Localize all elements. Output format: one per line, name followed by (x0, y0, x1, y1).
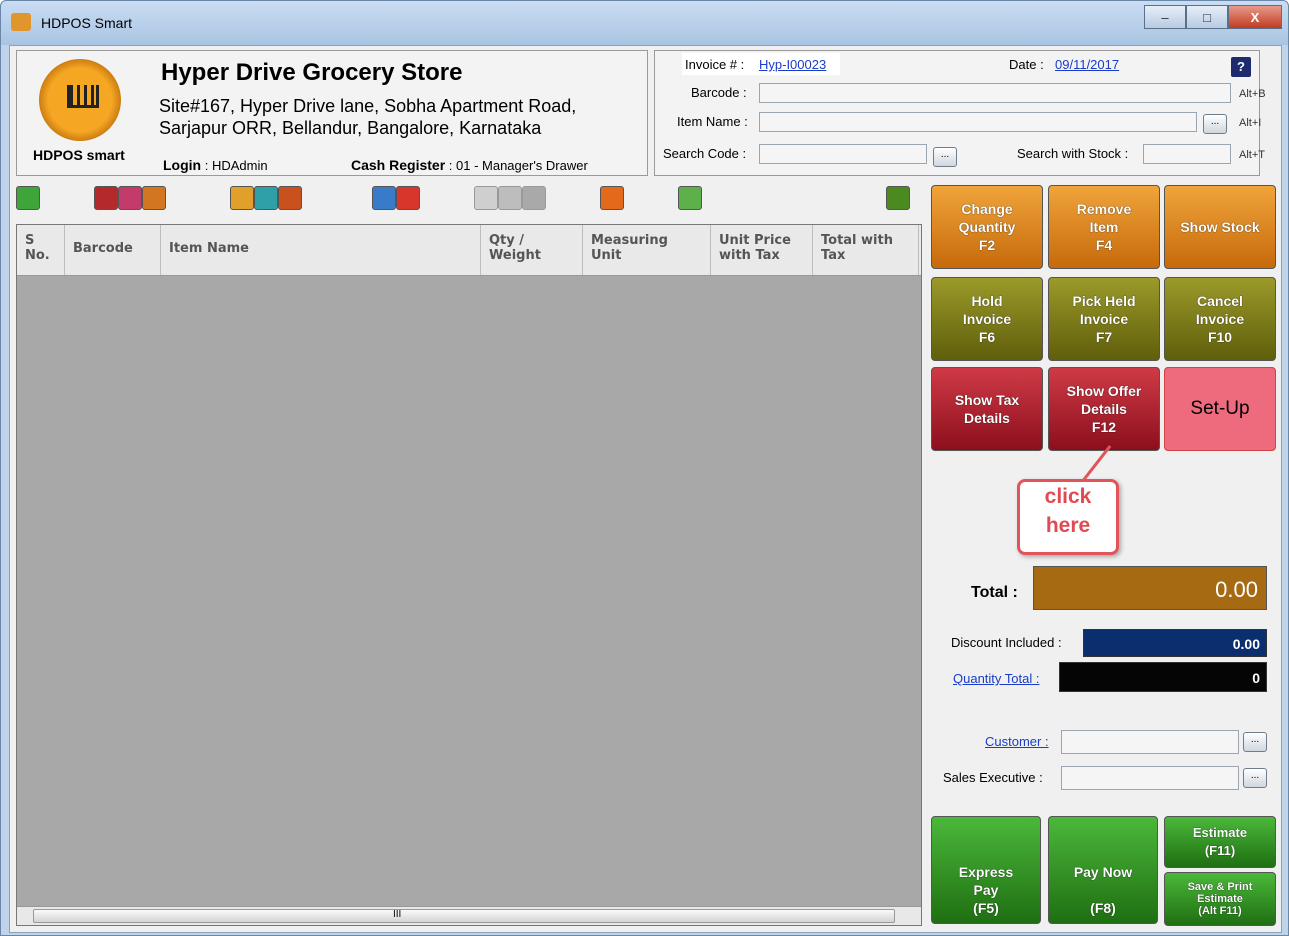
report-icon[interactable] (142, 186, 166, 210)
refresh-icon[interactable] (16, 186, 40, 210)
search-stock-label: Search with Stock : (1017, 146, 1129, 161)
column-total-with-tax: Total with Tax (813, 225, 919, 275)
help-icon[interactable]: ? (1231, 57, 1251, 77)
login-info: Login : HDAdmin (163, 157, 268, 173)
register-label: Cash Register (351, 157, 446, 173)
gear-icon[interactable] (886, 186, 910, 210)
address-line-1: Site#167, Hyper Drive lane, Sobha Apartm… (159, 96, 577, 116)
title-bar: HDPOS Smart – □ X (1, 1, 1288, 45)
quantity-total-link[interactable]: Quantity Total : (953, 671, 1039, 686)
delete-icon[interactable] (522, 186, 546, 210)
cancel-invoice-button[interactable]: Cancel Invoice F10 (1164, 277, 1276, 361)
invoice-panel: Invoice # : Hyp-I00023 Date : 09/11/2017… (654, 50, 1266, 176)
click-here-callout: click here (1017, 479, 1119, 555)
list-icon[interactable] (474, 186, 498, 210)
invoice-list-icon[interactable] (118, 186, 142, 210)
customer-browse-button[interactable]: ... (1243, 732, 1267, 752)
item-name-shortcut: Alt+I (1239, 117, 1262, 129)
column-unit-price: Unit Price with Tax (711, 225, 813, 275)
login-label: Login (163, 157, 202, 173)
customer-link[interactable]: Customer : (985, 734, 1049, 749)
item-name-input[interactable] (759, 112, 1197, 132)
invoice-number-link[interactable]: Hyp-I00023 (759, 57, 826, 72)
horizontal-scrollbar[interactable]: III (17, 906, 921, 925)
date-link[interactable]: 09/11/2017 (1055, 57, 1119, 72)
new-invoice-icon[interactable] (94, 186, 118, 210)
sales-executive-input[interactable] (1061, 766, 1239, 790)
basket-icon[interactable] (278, 186, 302, 210)
quantity-total-value: 0 (1059, 662, 1267, 692)
sales-executive-label: Sales Executive : (943, 770, 1043, 785)
item-name-browse-button[interactable]: ... (1203, 114, 1227, 134)
discount-label: Discount Included : (951, 635, 1062, 650)
pay-now-button[interactable]: Pay Now (F8) (1048, 816, 1158, 924)
link-icon[interactable] (498, 186, 522, 210)
app-window: HDPOS Smart – □ X HDPOS smart Hyper Driv… (0, 0, 1289, 936)
scroll-grip: III (393, 909, 402, 920)
pick-held-invoice-button[interactable]: Pick Held Invoice F7 (1048, 277, 1160, 361)
invoice-label: Invoice # : (685, 57, 745, 72)
express-pay-button[interactable]: Express Pay (F5) (931, 816, 1041, 924)
date-label: Date : (1009, 57, 1044, 72)
search-code-input[interactable] (759, 144, 927, 164)
grid-header: S No. Barcode Item Name Qty / Weight Mea… (17, 225, 921, 276)
cart-icon (67, 85, 99, 108)
change-quantity-button[interactable]: Change Quantity F2 (931, 185, 1043, 269)
return-icon[interactable] (396, 186, 420, 210)
item-name-label: Item Name : (677, 114, 748, 129)
maximize-button[interactable]: □ (1186, 5, 1228, 29)
estimate-button[interactable]: Estimate (F11) (1164, 816, 1276, 868)
sales-executive-browse-button[interactable]: ... (1243, 768, 1267, 788)
products-icon[interactable] (372, 186, 396, 210)
column-qty-weight: Qty / Weight (481, 225, 583, 275)
register-info: Cash Register : 01 - Manager's Drawer (351, 157, 588, 173)
search-stock-shortcut: Alt+T (1239, 149, 1265, 161)
edit-icon[interactable] (230, 186, 254, 210)
total-label: Total : (971, 584, 1018, 601)
window-title: HDPOS Smart (41, 15, 133, 31)
show-tax-details-button[interactable]: Show Tax Details (931, 367, 1043, 451)
setup-button[interactable]: Set-Up (1164, 367, 1276, 451)
scroll-thumb[interactable] (33, 909, 895, 923)
hdpos-logo (39, 59, 121, 141)
minimize-button[interactable]: – (1144, 5, 1186, 29)
register-value: : 01 - Manager's Drawer (448, 158, 588, 173)
items-grid[interactable]: S No. Barcode Item Name Qty / Weight Mea… (16, 224, 922, 926)
barcode-shortcut: Alt+B (1239, 88, 1266, 100)
color-grid-icon[interactable] (600, 186, 624, 210)
search-code-label: Search Code : (663, 146, 747, 161)
store-info-panel: HDPOS smart Hyper Drive Grocery Store Si… (16, 50, 648, 176)
search-code-browse-button[interactable]: ... (933, 147, 957, 167)
show-stock-button[interactable]: Show Stock (1164, 185, 1276, 269)
column-s-no: S No. (17, 225, 65, 275)
callout-text: click here (1044, 485, 1092, 537)
save-print-estimate-button[interactable]: Save & Print Estimate (Alt F11) (1164, 872, 1276, 926)
hold-invoice-button[interactable]: Hold Invoice F6 (931, 277, 1043, 361)
column-measuring-unit: Measuring Unit (583, 225, 711, 275)
cart-app-icon (11, 13, 31, 31)
close-button[interactable]: X (1228, 5, 1282, 29)
barcode-label: Barcode : (691, 85, 747, 100)
column-item-name: Item Name (161, 225, 481, 275)
store-name: Hyper Drive Grocery Store (161, 59, 463, 86)
logo-text: HDPOS smart (33, 147, 125, 163)
show-offer-details-button[interactable]: Show Offer Details F12 (1048, 367, 1160, 451)
login-value: : HDAdmin (204, 158, 268, 173)
customer-input[interactable] (1061, 730, 1239, 754)
search-stock-input[interactable] (1143, 144, 1231, 164)
column-barcode: Barcode (65, 225, 161, 275)
user-icon[interactable] (678, 186, 702, 210)
total-value: 0.00 (1033, 566, 1267, 610)
barcode-input[interactable] (759, 83, 1231, 103)
discount-value: 0.00 (1083, 629, 1267, 657)
store-address: Site#167, Hyper Drive lane, Sobha Apartm… (159, 95, 629, 139)
address-line-2: Sarjapur ORR, Bellandur, Bangalore, Karn… (159, 118, 542, 138)
cart-icon-button[interactable] (254, 186, 278, 210)
toolbar (16, 184, 920, 214)
remove-item-button[interactable]: Remove Item F4 (1048, 185, 1160, 269)
